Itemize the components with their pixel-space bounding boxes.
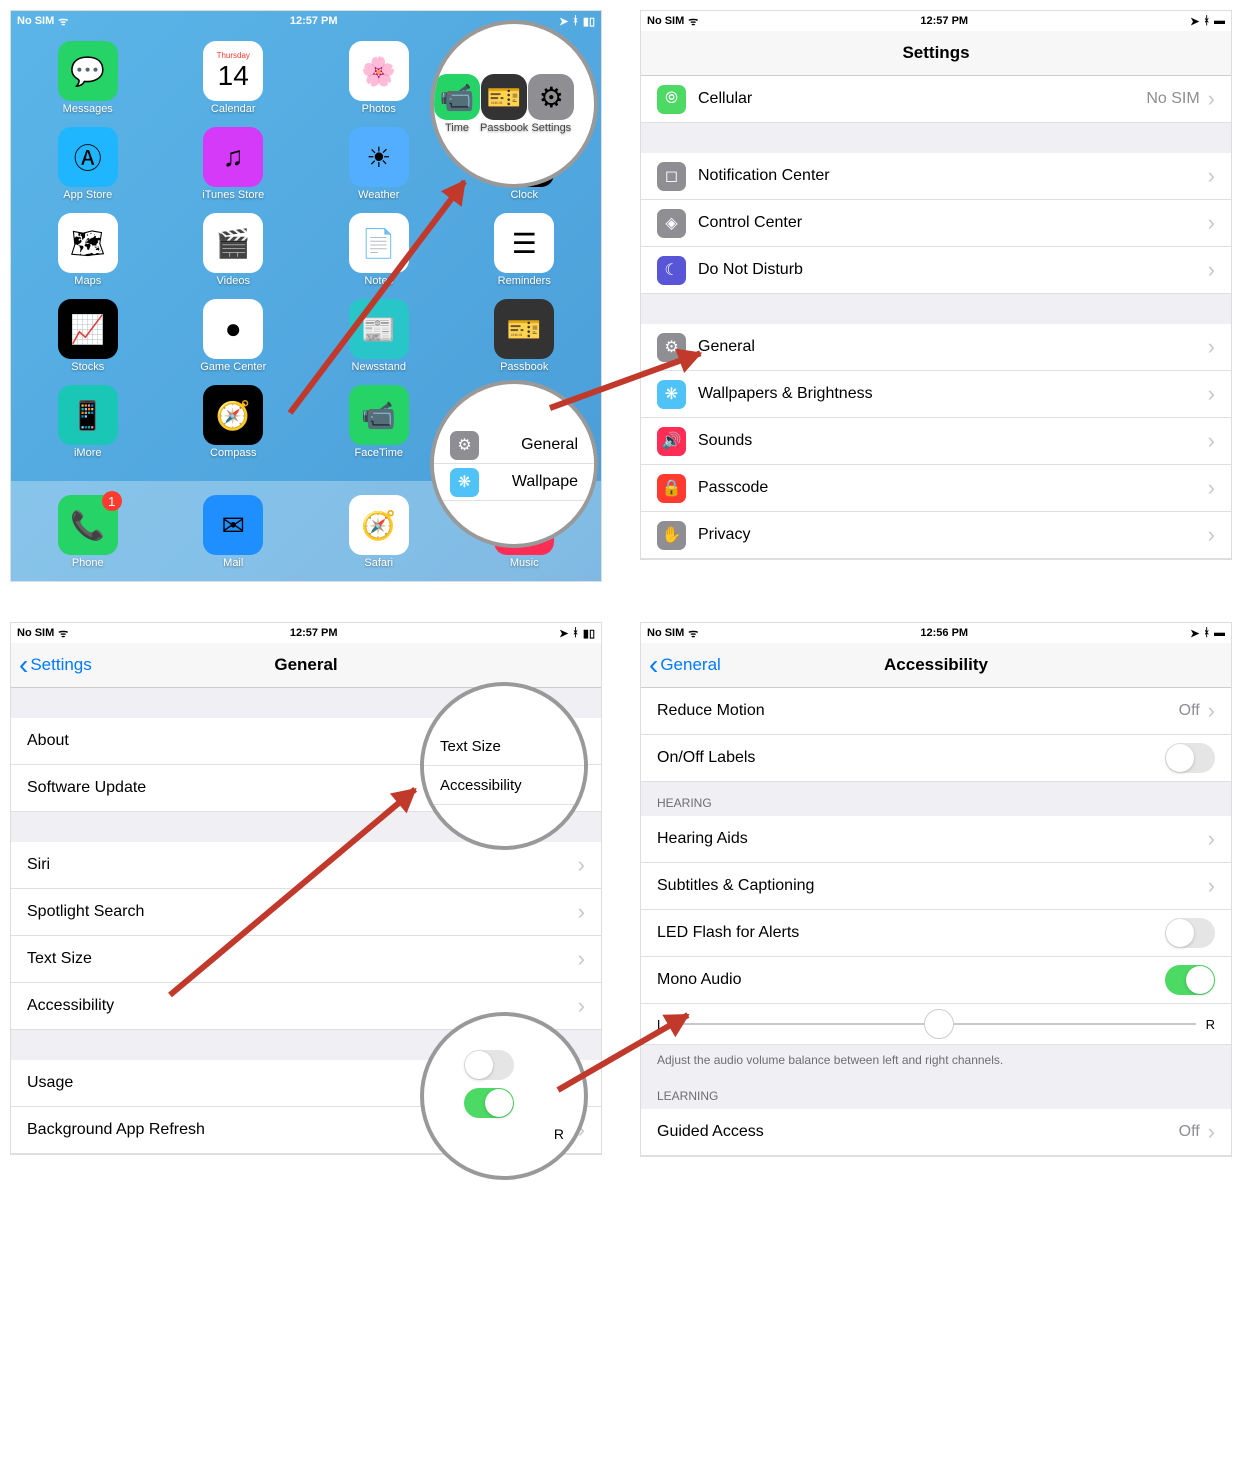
location-icon: ➤ [559, 15, 568, 28]
app-app-store[interactable]: ⒶApp Store [15, 121, 161, 207]
app-videos[interactable]: 🎬Videos [161, 207, 307, 293]
status-bar: No SIMᯤ 12:57 PM ➤ᚼ▬ [641, 11, 1231, 31]
app-imore[interactable]: 📱iMore [15, 379, 161, 465]
location-icon: ➤ [1190, 15, 1199, 28]
wifi-icon: ᯤ [688, 14, 698, 29]
wifi-icon: ᯤ [58, 626, 68, 641]
app-reminders[interactable]: ☰Reminders [452, 207, 598, 293]
row-do-not-disturb[interactable]: ☾Do Not Disturb› [641, 247, 1231, 294]
clock: 12:57 PM [290, 15, 338, 27]
chevron-right-icon: › [1208, 522, 1215, 548]
row-on-off-labels[interactable]: On/Off Labels [641, 735, 1231, 782]
app-itunes-store[interactable]: ♫iTunes Store [161, 121, 307, 207]
row-control-center[interactable]: ◈Control Center› [641, 200, 1231, 247]
row-wallpapers-brightness[interactable]: ❋Wallpapers & Brightness› [641, 371, 1231, 418]
bluetooth-icon: ᚼ [572, 15, 579, 27]
row-subtitles-&-captioning[interactable]: Subtitles & Captioning› [641, 863, 1231, 910]
status-bar: No SIMᯤ 12:57 PM ➤ᚼ▮▯ [11, 623, 601, 643]
toggle[interactable] [1165, 965, 1215, 995]
row-spotlight-search[interactable]: Spotlight Search› [11, 889, 601, 936]
app-messages[interactable]: 💬Messages [15, 35, 161, 121]
chevron-right-icon: › [1208, 381, 1215, 407]
back-button[interactable]: General [641, 649, 721, 681]
app-passbook[interactable]: 🎫Passbook [452, 293, 598, 379]
status-bar: No SIMᯤ 12:56 PM ➤ᚼ▬ [641, 623, 1231, 643]
app-calendar[interactable]: Thursday14Calendar [161, 35, 307, 121]
chevron-right-icon: › [1208, 334, 1215, 360]
row-hearing-aids[interactable]: Hearing Aids› [641, 816, 1231, 863]
app-game-center[interactable]: ●Game Center [161, 293, 307, 379]
app-safari[interactable]: 🧭Safari [306, 489, 452, 575]
wifi-icon: ᯤ [58, 14, 68, 29]
app-phone[interactable]: 📞1Phone [15, 489, 161, 575]
app-maps[interactable]: 🗺Maps [15, 207, 161, 293]
carrier: No SIM [17, 15, 54, 27]
row-privacy[interactable]: ✋Privacy› [641, 512, 1231, 559]
app-stocks[interactable]: 📈Stocks [15, 293, 161, 379]
page-title: Settings [641, 43, 1231, 63]
app-compass[interactable]: 🧭Compass [161, 379, 307, 465]
row-sounds[interactable]: 🔊Sounds› [641, 418, 1231, 465]
row-passcode[interactable]: 🔒Passcode› [641, 465, 1231, 512]
zoom-accessibility-row: Text Size Accessibility [420, 682, 588, 850]
balance-slider[interactable]: L R [641, 1004, 1231, 1045]
badge: 1 [102, 491, 122, 511]
chevron-right-icon: › [1208, 86, 1215, 112]
app-weather[interactable]: ☀Weather [306, 121, 452, 207]
chevron-right-icon: › [1208, 163, 1215, 189]
chevron-right-icon: › [1208, 257, 1215, 283]
app-mail[interactable]: ✉Mail [161, 489, 307, 575]
app-facetime[interactable]: 📹FaceTime [306, 379, 452, 465]
balance-note: Adjust the audio volume balance between … [641, 1045, 1231, 1075]
bluetooth-icon: ᚼ [1203, 15, 1210, 27]
chevron-right-icon: › [1208, 210, 1215, 236]
chevron-right-icon: › [1208, 475, 1215, 501]
zoom-general-row: ⚙General ❋Wallpape [430, 380, 598, 548]
battery-icon: ▮▯ [583, 15, 595, 28]
app-notes[interactable]: 📄Notes [306, 207, 452, 293]
row-text-size[interactable]: Text Size› [11, 936, 601, 983]
row-mono-audio[interactable]: Mono Audio [641, 957, 1231, 1004]
battery-icon: ▮▯ [583, 627, 595, 640]
row-notification-center[interactable]: ◻Notification Center› [641, 153, 1231, 200]
section-header: HEARING [641, 782, 1231, 816]
back-button[interactable]: Settings [11, 649, 92, 681]
guided-access-row[interactable]: Guided AccessOff› [641, 1109, 1231, 1156]
zoom-toggle: R [420, 1012, 588, 1180]
battery-icon: ▬ [1214, 627, 1225, 639]
battery-icon: ▬ [1214, 15, 1225, 27]
row-led-flash-for-alerts[interactable]: LED Flash for Alerts [641, 910, 1231, 957]
row-general[interactable]: ⚙General› [641, 324, 1231, 371]
accessibility-screen: No SIMᯤ 12:56 PM ➤ᚼ▬ GeneralAccessibilit… [640, 622, 1232, 1157]
cellular-row[interactable]: ⦾CellularNo SIM› [641, 76, 1231, 123]
row-reduce-motion[interactable]: Reduce MotionOff› [641, 688, 1231, 735]
chevron-right-icon: › [1208, 428, 1215, 454]
wifi-icon: ᯤ [688, 626, 698, 641]
toggle[interactable] [1165, 918, 1215, 948]
settings-screen: No SIMᯤ 12:57 PM ➤ᚼ▬ Settings ⦾CellularN… [640, 10, 1232, 560]
toggle[interactable] [1165, 743, 1215, 773]
section-header: LEARNING [641, 1075, 1231, 1109]
zoom-settings-icon: 📹Time 🎫Passbook ⚙Settings [430, 20, 598, 188]
